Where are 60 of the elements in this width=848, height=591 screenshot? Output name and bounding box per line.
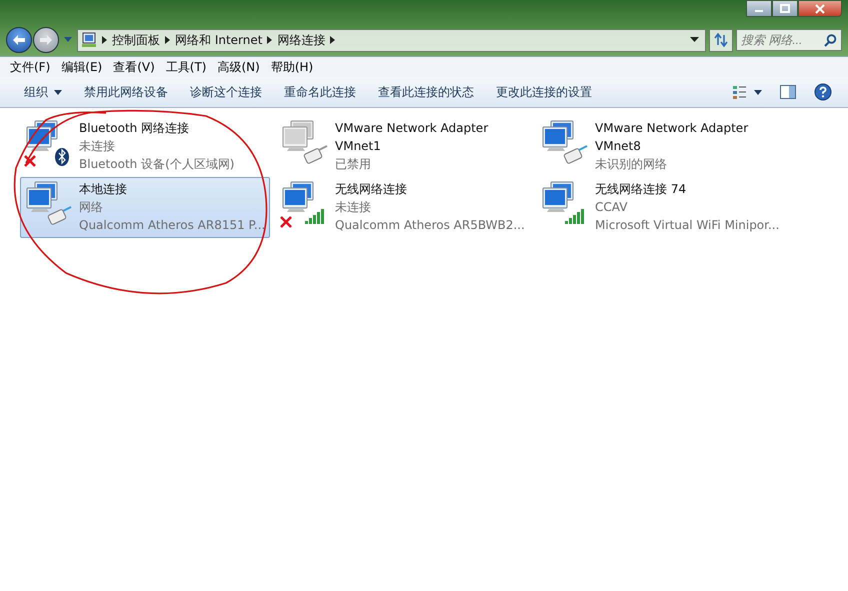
connection-status: 未识别的网络 [595, 156, 668, 173]
breadcrumb[interactable]: 控制面板 [112, 32, 160, 48]
back-button[interactable] [6, 27, 32, 53]
connection-name: VMware Network Adapter VMnet1 [335, 120, 490, 155]
toolbar-button[interactable]: 重命名此连接 [274, 80, 366, 104]
chevron-icon [102, 36, 107, 44]
control-panel-icon [81, 32, 97, 48]
menu-item[interactable]: 查看(V) [109, 58, 159, 76]
toolbar-button[interactable]: 更改此连接的设置 [486, 80, 602, 104]
device-name: Qualcomm Atheros AR8151 P... [79, 217, 266, 234]
connection-name: 无线网络连接 74 [595, 181, 688, 198]
close-icon [814, 4, 826, 14]
connection-item[interactable]: 无线网络连接 74 CCAV Microsoft Virtual WiFi Minipor... [536, 177, 790, 238]
connection-item[interactable]: Bluetooth 网络连接 未连接 Bluetooth 设备(个人区域网) [20, 116, 270, 177]
menu-item[interactable]: 工具(T) [162, 58, 210, 76]
connection-status: 网络 [79, 199, 104, 216]
connection-item[interactable]: 本地连接 网络 Qualcomm Atheros AR8151 P... [20, 177, 270, 238]
refresh-button[interactable] [709, 28, 733, 52]
address-bar[interactable]: 控制面板 网络和 Internet 网络连接 [77, 28, 706, 52]
connection-name: VMware Network Adapter VMnet8 [595, 120, 750, 155]
maximize-button[interactable] [772, 0, 798, 17]
connection-name: 本地连接 [79, 181, 128, 198]
connection-name: 无线网络连接 [335, 181, 408, 198]
device-name: Qualcomm Atheros AR5BWB2... [335, 217, 525, 234]
forward-button[interactable] [33, 27, 59, 53]
disconnected-x-icon [280, 216, 292, 228]
menu-item[interactable]: 编辑(E) [57, 58, 106, 76]
connection-name: Bluetooth 网络连接 [79, 120, 190, 137]
back-arrow-icon [12, 34, 26, 46]
disconnected-x-icon [24, 155, 36, 167]
chevron-icon [330, 36, 336, 44]
chevron-icon [165, 36, 170, 44]
search-field[interactable]: 搜索 网络... [736, 29, 842, 51]
connection-item[interactable]: 无线网络连接 未连接 Qualcomm Atheros AR5BWB2... [276, 177, 530, 238]
caret-icon[interactable] [64, 37, 72, 43]
connection-status: 已禁用 [335, 156, 372, 173]
menu-item[interactable]: 帮助(H) [266, 58, 318, 76]
maximize-icon [779, 4, 791, 14]
menu-item[interactable]: 文件(F) [6, 58, 54, 76]
device-name: Microsoft Virtual WiFi Minipor... [595, 217, 780, 234]
organize-button[interactable]: 组织 [14, 80, 72, 104]
connection-item[interactable]: VMware Network Adapter VMnet8 未识别的网络 [536, 116, 790, 177]
breadcrumb[interactable]: 网络连接 [277, 32, 326, 48]
toolbar-button[interactable]: 查看此连接的状态 [368, 80, 484, 104]
refresh-icon [713, 33, 729, 47]
dropdown-icon[interactable] [690, 37, 699, 43]
chevron-icon [267, 36, 272, 44]
device-name: Bluetooth 设备(个人区域网) [79, 156, 236, 173]
connection-status: 未连接 [335, 199, 372, 216]
toolbar-button[interactable]: 诊断这个连接 [180, 80, 272, 104]
connection-status: CCAV [595, 199, 628, 216]
connection-status: 未连接 [79, 138, 116, 155]
forward-arrow-icon [39, 34, 53, 46]
toolbar-button[interactable]: 禁用此网络设备 [74, 80, 178, 104]
caret-icon [54, 90, 62, 94]
minimize-button[interactable] [746, 0, 772, 17]
menu-item[interactable]: 高级(N) [214, 58, 264, 76]
close-button[interactable] [798, 0, 842, 17]
breadcrumb[interactable]: 网络和 Internet [175, 32, 262, 48]
search-icon [824, 34, 837, 47]
